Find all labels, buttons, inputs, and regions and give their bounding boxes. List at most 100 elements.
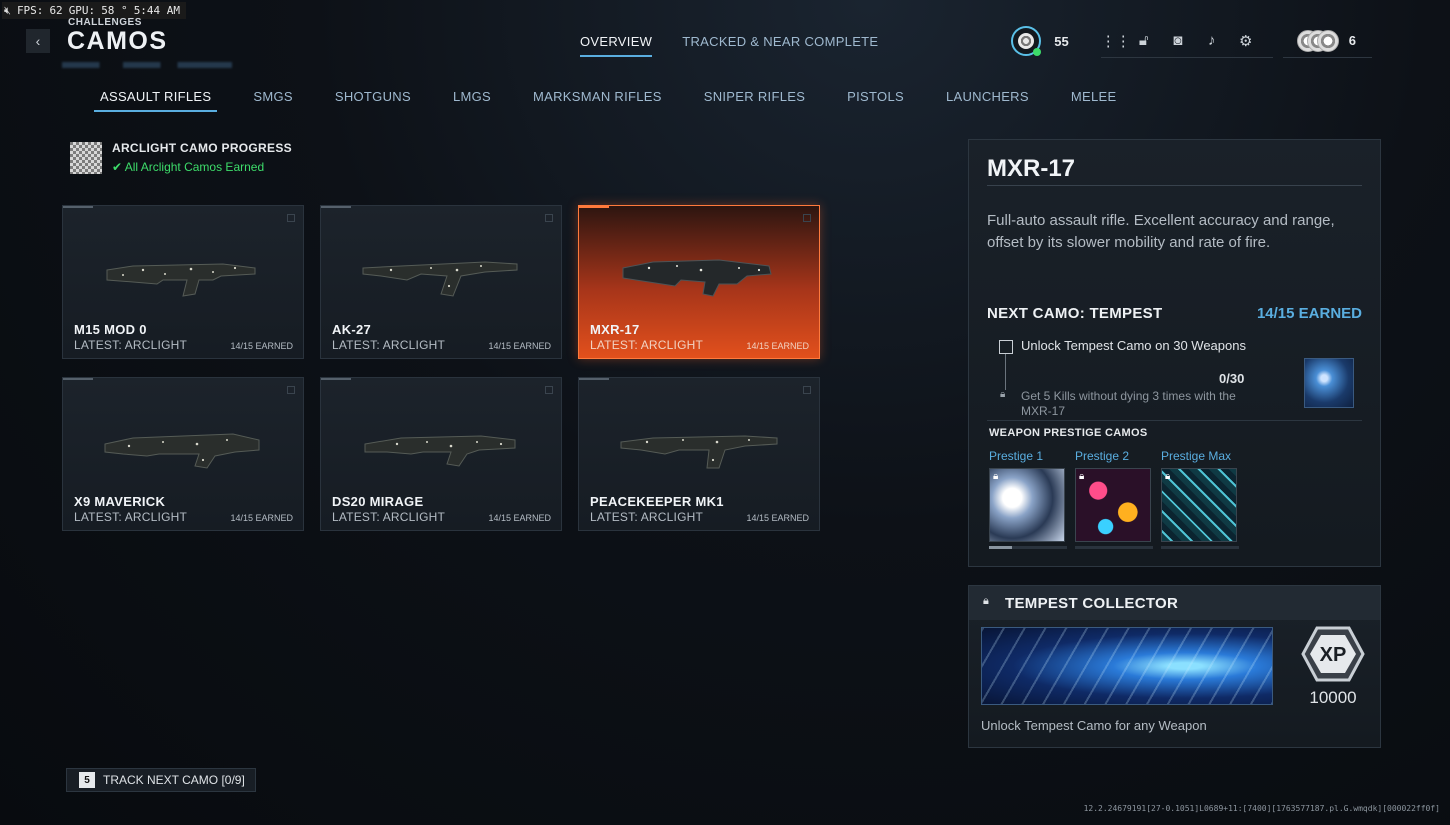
collector-title: TEMPEST COLLECTOR: [1005, 595, 1179, 612]
weapon-latest-camo: LATEST: ARCLIGHT: [74, 510, 188, 524]
tab-smgs[interactable]: SMGS: [247, 89, 298, 112]
rifle-image: [106, 263, 256, 297]
prestige-camos-title: WEAPON PRESTIGE CAMOS: [989, 427, 1148, 439]
tab-pistols[interactable]: PISTOLS: [841, 89, 910, 112]
tab-lmgs[interactable]: LMGS: [447, 89, 497, 112]
rifle-image: [104, 433, 260, 469]
xp-label: XP: [1320, 644, 1347, 666]
camera-icon[interactable]: ◙: [1169, 32, 1187, 49]
weapon-card-ak-27[interactable]: AK-27 LATEST: ARCLIGHT 14/15 EARNED: [320, 205, 562, 359]
chevron-left-icon: ‹: [35, 33, 41, 49]
divider: [987, 420, 1362, 421]
key-hint: 5: [79, 772, 95, 788]
weapon-latest-camo: LATEST: ARCLIGHT: [590, 338, 704, 352]
camo-progress: ARCLIGHT CAMO PROGRESS ✔ All Arclight Ca…: [70, 141, 292, 174]
rifle-image: [620, 435, 778, 469]
weapon-name: MXR-17: [590, 322, 640, 337]
lock-icon: 🔒︎: [983, 595, 989, 607]
weapon-card-mxr-17[interactable]: MXR-17 LATEST: ARCLIGHT 14/15 EARNED: [578, 205, 820, 359]
back-button[interactable]: ‹: [26, 29, 50, 53]
weapon-name: PEACEKEEPER MK1: [590, 494, 724, 509]
xp-reward-value: 10000: [1309, 688, 1357, 707]
weapon-grid: M15 MOD 0 LATEST: ARCLIGHT 14/15 EARNED …: [62, 205, 820, 531]
prestige-progress-bar: [989, 546, 1067, 549]
weapon-earned-count: 14/15 EARNED: [230, 341, 293, 351]
rifle-image: [362, 261, 518, 297]
weapon-earned-count: 14/15 EARNED: [488, 341, 551, 351]
gpu-value: 58 °: [101, 4, 128, 17]
xp-badge-icon: XP: [1301, 626, 1365, 682]
task-connector: [1005, 354, 1006, 390]
hud-bar: 55 ⋮⋮ 🔓︎ ◙ ♪ ⚙ 6: [1011, 24, 1372, 58]
collector-description: Unlock Tempest Camo for any Weapon: [981, 718, 1207, 733]
weapon-latest-camo: LATEST: ARCLIGHT: [590, 510, 704, 524]
fps-label: FPS:: [16, 4, 44, 17]
weapon-name: X9 MAVERICK: [74, 494, 166, 509]
prestige-camo-image: 🔒︎: [1161, 468, 1237, 542]
checkmark-icon: ✔: [112, 160, 125, 174]
subtask-label: Get 5 Kills without dying 3 times with t…: [1021, 389, 1236, 418]
rifle-image: [622, 259, 772, 297]
tab-sniper-rifles[interactable]: SNIPER RIFLES: [698, 89, 811, 112]
gear-icon[interactable]: ⚙: [1237, 32, 1255, 50]
prestige-camo-max[interactable]: Prestige Max 🔒︎: [1161, 449, 1239, 549]
prestige-label: Prestige Max: [1161, 449, 1232, 463]
weapon-earned-count: 14/15 EARNED: [746, 341, 809, 351]
collector-header: 🔒︎ TEMPEST COLLECTOR: [969, 586, 1380, 620]
page-title: CAMOS: [67, 27, 168, 55]
weapon-earned-count: 14/15 EARNED: [746, 513, 809, 523]
track-next-camo-label: TRACK NEXT CAMO [0/9]: [103, 773, 245, 787]
prestige-label: Prestige 1: [989, 449, 1044, 463]
prestige-camo-2[interactable]: Prestige 2 🔒︎: [1075, 449, 1153, 549]
next-camo-earned: 14/15 EARNED: [1256, 305, 1362, 322]
prestige-camo-1[interactable]: Prestige 1 🔒︎: [989, 449, 1067, 549]
clock: 5:44 AM: [133, 4, 181, 17]
bell-icon[interactable]: ♪: [1203, 32, 1221, 49]
tab-tracked-near-complete[interactable]: TRACKED & NEAR COMPLETE: [682, 34, 878, 57]
top-tabs: OVERVIEW TRACKED & NEAR COMPLETE: [580, 34, 878, 57]
tab-assault-rifles[interactable]: ASSAULT RIFLES: [94, 89, 218, 112]
weapon-earned-count: 14/15 EARNED: [488, 513, 551, 523]
lock-icon: 🔒︎: [1165, 471, 1171, 482]
task-progress: 0/30: [1219, 371, 1245, 386]
weapon-latest-camo: LATEST: ARCLIGHT: [332, 510, 446, 524]
prestige-progress-bar: [1161, 546, 1239, 549]
unlock-icon[interactable]: 🔓︎: [1135, 32, 1153, 49]
lock-icon: 🔒︎: [1079, 471, 1085, 482]
weapon-name: AK-27: [332, 322, 372, 337]
build-info: 12.2.24679191[27-0.1051]L0689+11:[7400][…: [1083, 804, 1440, 813]
grid-menu-icon[interactable]: ⋮⋮: [1101, 32, 1131, 50]
task-checkbox[interactable]: [999, 340, 1013, 354]
lock-icon: 🔒︎: [993, 471, 999, 482]
rank-icon[interactable]: [1011, 26, 1042, 56]
tab-shotguns[interactable]: SHOTGUNS: [329, 89, 417, 112]
lock-icon: 🔒︎: [1000, 389, 1006, 400]
weapon-detail-panel: MXR-17 Full-auto assault rifle. Excellen…: [968, 139, 1381, 567]
detail-description: Full-auto assault rifle. Excellent accur…: [987, 212, 1335, 251]
collector-banner-image: [981, 627, 1273, 705]
tab-overview[interactable]: OVERVIEW: [580, 34, 653, 57]
tab-marksman-rifles[interactable]: MARKSMAN RIFLES: [527, 89, 668, 112]
tab-melee[interactable]: MELEE: [1065, 89, 1123, 112]
prestige-progress-fill: [989, 546, 1013, 549]
header-decoration: [62, 62, 232, 68]
divider: [987, 185, 1362, 186]
next-camo-label: NEXT CAMO: TEMPEST: [987, 305, 1163, 322]
weapon-card-m15-mod-0[interactable]: M15 MOD 0 LATEST: ARCLIGHT 14/15 EARNED: [62, 205, 304, 359]
fps-value: 62: [49, 4, 63, 17]
currency-count: 6: [1348, 33, 1356, 48]
currency-display[interactable]: 6: [1282, 24, 1372, 58]
camo-progress-status: ✔ All Arclight Camos Earned: [112, 160, 292, 174]
weapon-latest-camo: LATEST: ARCLIGHT: [332, 338, 446, 352]
track-next-camo-button[interactable]: 5 TRACK NEXT CAMO [0/9]: [66, 768, 256, 792]
prestige-camo-image: 🔒︎: [1075, 468, 1151, 542]
camo-progress-title: ARCLIGHT CAMO PROGRESS: [112, 141, 292, 155]
weapon-card-peacekeeper-mk1[interactable]: PEACEKEEPER MK1 LATEST: ARCLIGHT 14/15 E…: [578, 377, 820, 531]
weapon-card-ds20-mirage[interactable]: DS20 MIRAGE LATEST: ARCLIGHT 14/15 EARNE…: [320, 377, 562, 531]
weapon-card-x9-maverick[interactable]: X9 MAVERICK LATEST: ARCLIGHT 14/15 EARNE…: [62, 377, 304, 531]
tempest-collector-panel[interactable]: 🔒︎ TEMPEST COLLECTOR XP 10000 Unlock Tem…: [968, 585, 1381, 748]
hud-icons: ⋮⋮ 🔓︎ ◙ ♪ ⚙: [1100, 24, 1273, 58]
gpu-label: GPU:: [68, 4, 96, 17]
tab-launchers[interactable]: LAUNCHERS: [940, 89, 1035, 112]
prestige-label: Prestige 2: [1075, 449, 1130, 463]
